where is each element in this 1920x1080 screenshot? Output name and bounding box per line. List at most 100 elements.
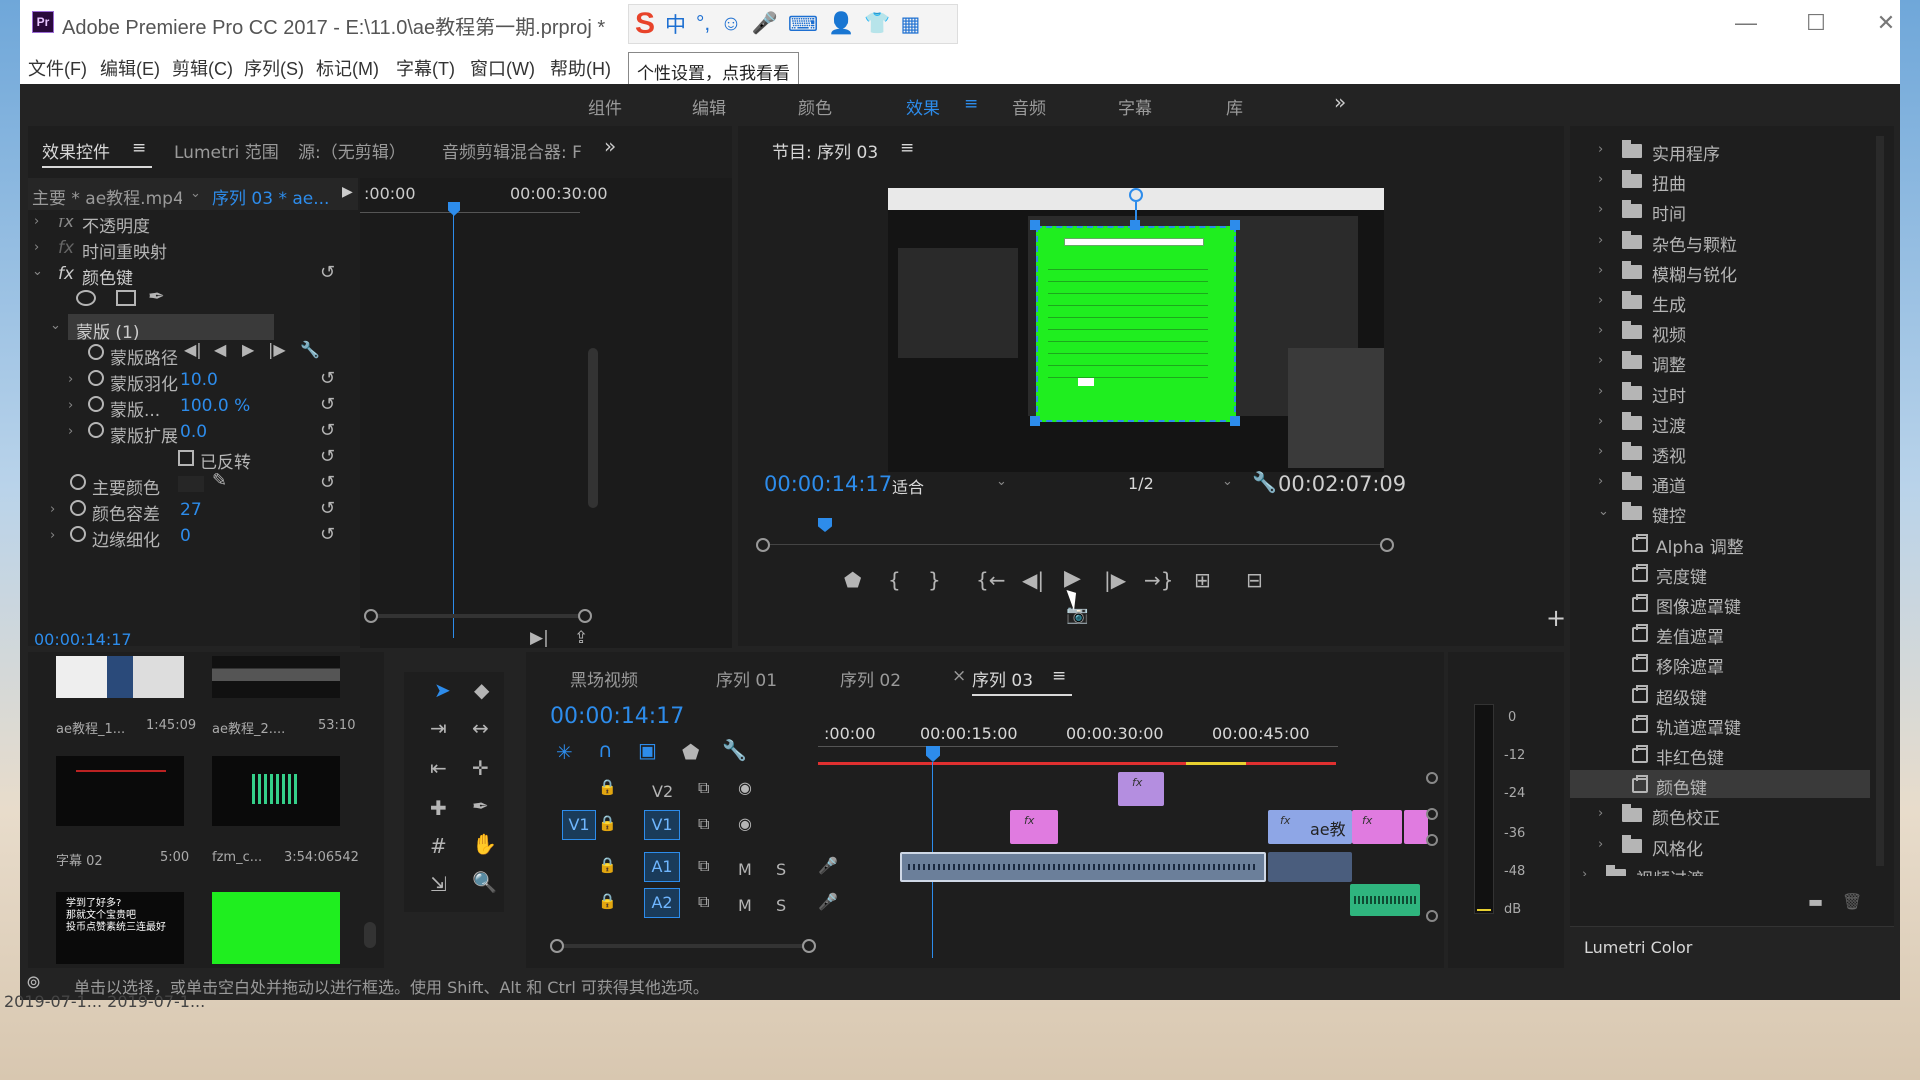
- solo-button[interactable]: S: [776, 860, 786, 879]
- reset-icon[interactable]: ↺: [320, 394, 335, 415]
- mini-playhead[interactable]: [448, 202, 460, 216]
- transform-handle[interactable]: [1030, 416, 1040, 426]
- resolution-dropdown[interactable]: 1/2 ⌄: [1128, 472, 1238, 498]
- effect-folder[interactable]: › 通道: [1570, 468, 1870, 497]
- effect-folder[interactable]: › 过时: [1570, 378, 1870, 407]
- reset-icon[interactable]: ↺: [320, 498, 335, 519]
- track-forward-frame-icon[interactable]: ▶: [242, 340, 254, 359]
- delete-trash-icon[interactable]: 🗑: [1842, 892, 1862, 911]
- workspace-color[interactable]: 颜色: [798, 94, 832, 119]
- workspace-audio[interactable]: 音频: [1012, 94, 1046, 119]
- inverted-checkbox[interactable]: [178, 450, 194, 466]
- clip-v1-ae[interactable]: fx ae教: [1268, 810, 1352, 844]
- ime-user-icon[interactable]: 👤: [828, 12, 854, 36]
- chevron-right-icon[interactable]: ›: [1598, 233, 1603, 248]
- sync-lock-icon[interactable]: ⧉: [698, 856, 709, 876]
- program-video-frame[interactable]: [888, 188, 1384, 472]
- effect-folder[interactable]: › 扭曲: [1570, 166, 1870, 195]
- mini-horizontal-scrollbar[interactable]: [370, 614, 590, 618]
- tab-sequence-02[interactable]: 序列 02: [840, 666, 901, 691]
- add-marker-icon[interactable]: ⬟: [844, 568, 861, 592]
- scroll-handle[interactable]: [1426, 808, 1438, 820]
- sync-lock-icon[interactable]: ⧉: [698, 814, 709, 834]
- effect-item[interactable]: 轨道遮罩键: [1570, 710, 1870, 739]
- green-screen-clip[interactable]: [1036, 226, 1236, 422]
- hand-tool-icon[interactable]: ✋: [472, 832, 497, 856]
- workspace-menu-icon[interactable]: ≡: [964, 94, 978, 114]
- track-forward-icon[interactable]: |▶: [268, 340, 286, 359]
- chevron-down-icon[interactable]: ⌄: [190, 186, 201, 201]
- microphone-icon[interactable]: 🎤: [818, 892, 838, 911]
- timeline-playhead[interactable]: [926, 746, 940, 762]
- effect-folder[interactable]: › 视频: [1570, 317, 1870, 346]
- thumbnail-audio-fzm[interactable]: [212, 756, 340, 826]
- timeline-menu-icon[interactable]: ≡: [1052, 666, 1066, 686]
- ime-emoji-icon[interactable]: ☺: [720, 12, 741, 36]
- lock-icon[interactable]: 🔒: [598, 856, 617, 874]
- chevron-right-icon[interactable]: ›: [1598, 444, 1603, 459]
- thumbnail-ae-tutorial-1[interactable]: [56, 656, 184, 698]
- track-select-tool-icon[interactable]: ◆: [474, 678, 489, 702]
- program-zoom-end-handle[interactable]: [1380, 538, 1394, 552]
- mini-vertical-scrollbar[interactable]: [588, 348, 598, 508]
- stopwatch-icon[interactable]: [70, 500, 86, 516]
- clip-v1-pink-3[interactable]: [1404, 810, 1428, 844]
- stopwatch-icon[interactable]: [88, 370, 104, 386]
- mute-button[interactable]: M: [738, 860, 752, 879]
- program-scrub-ruler[interactable]: [764, 544, 1386, 545]
- transform-handle[interactable]: [1130, 220, 1140, 230]
- stopwatch-icon[interactable]: [88, 344, 104, 360]
- ime-keyboard-icon[interactable]: ⌨: [788, 12, 818, 37]
- add-button[interactable]: +: [1546, 604, 1566, 632]
- ime-skin-icon[interactable]: 👕: [864, 12, 890, 36]
- lock-icon[interactable]: 🔒: [598, 892, 617, 910]
- track-target-a1[interactable]: A1: [644, 852, 680, 882]
- mask-opacity-value[interactable]: 100.0 %: [180, 396, 250, 416]
- ellipse-mask-icon[interactable]: [76, 290, 96, 306]
- program-playhead[interactable]: [818, 518, 832, 532]
- thumbnail-subtitle-text[interactable]: 学到了好多? 那就文个宝贵吧 投币点赞素统三连最好: [56, 892, 184, 964]
- chevron-right-icon[interactable]: ›: [1598, 172, 1603, 187]
- reset-icon[interactable]: ↺: [320, 368, 335, 389]
- track-back-frame-icon[interactable]: ◀: [214, 340, 226, 359]
- reset-icon[interactable]: ↺: [320, 420, 335, 441]
- effect-folder[interactable]: › 透视: [1570, 438, 1870, 467]
- effect-folder[interactable]: › 视频过渡: [1570, 861, 1870, 876]
- mask-feather-value[interactable]: 10.0: [180, 370, 218, 390]
- workspace-titles[interactable]: 字幕: [1118, 94, 1152, 119]
- effect-controls-menu-icon[interactable]: ≡: [132, 138, 146, 158]
- clip-a1-audio-2[interactable]: [1268, 852, 1352, 882]
- effect-item[interactable]: Alpha 调整: [1570, 529, 1870, 558]
- effect-folder[interactable]: › 杂色与颗粒: [1570, 227, 1870, 256]
- tab-sequence-03[interactable]: 序列 03: [972, 666, 1033, 691]
- panel-more-button[interactable]: »: [604, 134, 616, 158]
- mini-scroll-end-handle[interactable]: [578, 609, 592, 623]
- stopwatch-icon[interactable]: [88, 422, 104, 438]
- eye-icon[interactable]: ◉: [738, 778, 752, 797]
- play-triangle-icon[interactable]: ▶: [342, 184, 353, 200]
- effect-folder[interactable]: › 模糊与锐化: [1570, 257, 1870, 286]
- reset-icon[interactable]: ↺: [320, 262, 335, 283]
- sync-lock-icon[interactable]: ⧉: [698, 892, 709, 912]
- project-scrollbar[interactable]: [364, 922, 376, 948]
- stopwatch-icon[interactable]: [70, 526, 86, 542]
- timeline-zoom-end-handle[interactable]: [802, 939, 816, 953]
- track-target-a2[interactable]: A2: [644, 888, 680, 918]
- sync-lock-icon[interactable]: ⧉: [698, 778, 709, 798]
- pen-tool-icon[interactable]: ✒: [472, 794, 489, 818]
- clip-v1-pink[interactable]: fx: [1010, 810, 1058, 844]
- ime-punct-icon[interactable]: °,: [696, 12, 710, 36]
- chevron-right-icon[interactable]: ›: [1598, 202, 1603, 217]
- menu-sequence[interactable]: 序列(S): [244, 55, 304, 81]
- timeline-settings-wrench-icon[interactable]: 🔧: [722, 738, 747, 762]
- ime-voice-icon[interactable]: 🎤: [752, 12, 778, 36]
- menu-edit[interactable]: 编辑(E): [100, 55, 160, 81]
- lock-icon[interactable]: 🔒: [598, 814, 617, 832]
- effect-item[interactable]: 移除遮罩: [1570, 649, 1870, 678]
- mute-button[interactable]: M: [738, 896, 752, 915]
- rate-stretch-tool-icon[interactable]: ↔: [472, 716, 489, 740]
- tab-sequence-01[interactable]: 序列 01: [716, 666, 777, 691]
- clip-v2[interactable]: fx: [1118, 772, 1164, 806]
- tab-audio-clip-mixer[interactable]: 音频剪辑混合器: F: [442, 138, 592, 163]
- add-marker-icon[interactable]: ⬟: [682, 740, 699, 764]
